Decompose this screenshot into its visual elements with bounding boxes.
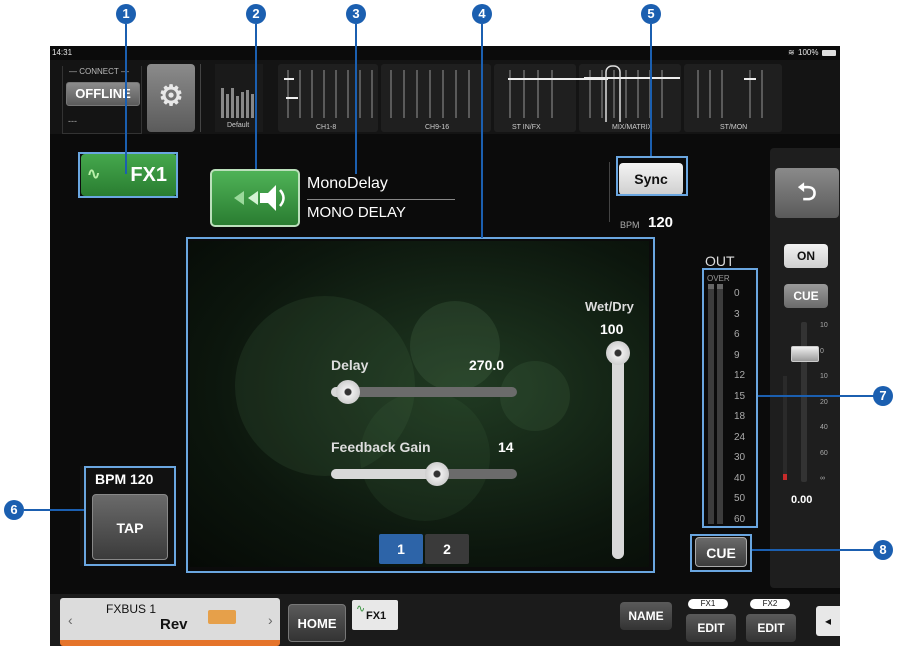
connect-label: — CONNECT — — [66, 67, 133, 76]
bpm-value: 120 — [648, 214, 674, 231]
fx1-tab-label: FX1 — [366, 610, 387, 622]
nav-tab-label-2: CH9-16 — [425, 124, 450, 131]
channel-fader-knob[interactable] — [791, 346, 819, 362]
effect-type-label: MONO DELAY — [307, 204, 406, 221]
back-icon: ⮌ — [797, 179, 817, 206]
prev-bus-icon[interactable]: ‹ — [68, 612, 73, 628]
effect-name-underline — [307, 199, 455, 200]
highlight-fx-slot — [78, 152, 178, 198]
callout-8: 8 — [873, 540, 893, 560]
channel-fader-scale: 10 0 10 20 40 60 ∞ — [820, 322, 840, 482]
callout-line-5 — [650, 24, 652, 156]
name-button[interactable]: NAME — [620, 602, 672, 630]
gear-icon: ⚙ — [158, 80, 184, 111]
scale-tick: ∞ — [820, 475, 825, 482]
scale-tick: 10 — [820, 373, 828, 380]
battery-text: 100% — [798, 48, 819, 57]
scale-tick: 60 — [820, 450, 828, 457]
channel-on-button[interactable]: ON — [784, 244, 828, 268]
callout-line-3 — [355, 24, 357, 174]
sync-divider — [609, 162, 610, 222]
wave-icon: ∿ — [356, 603, 366, 615]
callout-line-6 — [24, 509, 84, 511]
callout-3: 3 — [346, 4, 366, 24]
callout-line-8 — [752, 549, 874, 551]
callout-line-7 — [758, 395, 874, 397]
connect-label-text: CONNECT — [79, 67, 119, 76]
fx1-edit-button[interactable]: EDIT — [686, 614, 736, 642]
callout-1: 1 — [116, 4, 136, 24]
callout-4: 4 — [472, 4, 492, 24]
callout-line-1 — [125, 24, 127, 174]
highlight-sync — [616, 156, 688, 196]
offline-button[interactable]: OFFLINE — [66, 82, 140, 106]
connect-value: --- — [68, 116, 77, 126]
battery-icon — [822, 50, 836, 56]
effect-type-button[interactable] — [210, 169, 300, 227]
nav-fader-lines — [284, 65, 763, 122]
highlight-out-meter — [702, 268, 758, 528]
next-bus-icon[interactable]: › — [268, 612, 273, 628]
speaker-icon — [234, 185, 285, 211]
fx2-edit-button[interactable]: EDIT — [746, 614, 796, 642]
effect-name[interactable]: MonoDelay — [307, 175, 388, 193]
bus-name: FXBUS 1 — [106, 602, 157, 616]
scale-tick: 40 — [820, 424, 828, 431]
callout-2: 2 — [246, 4, 266, 24]
nav-tab-label-4: MIX/MATRIX — [612, 124, 653, 131]
bus-type-icon — [208, 610, 236, 624]
channel-fader-value: 0.00 — [791, 494, 813, 506]
nav-tab-label-3: ST IN/FX — [512, 124, 541, 131]
highlight-out-cue — [690, 534, 752, 572]
scale-tick: 10 — [820, 322, 828, 329]
fx1-indicator: FX1 — [688, 599, 728, 609]
highlight-parameter-panel — [186, 237, 655, 573]
callout-line-4 — [481, 24, 483, 238]
scale-tick: 20 — [820, 399, 828, 406]
channel-meter — [783, 376, 787, 480]
channel-cue-button[interactable]: CUE — [784, 284, 828, 308]
channel-meter-peak — [783, 474, 787, 480]
out-label: OUT — [705, 253, 735, 269]
scene-label: Default — [227, 122, 250, 129]
settings-button[interactable]: ⚙ — [147, 64, 195, 132]
fx2-indicator: FX2 — [750, 599, 790, 609]
wifi-icon: ≋ — [788, 48, 795, 57]
highlight-tap — [84, 466, 176, 566]
divider — [200, 64, 201, 132]
callout-5: 5 — [641, 4, 661, 24]
callout-7: 7 — [873, 386, 893, 406]
collapse-icon[interactable]: ◂ — [816, 606, 840, 636]
nav-tab-label-1: CH1-8 — [316, 124, 337, 131]
callout-6: 6 — [4, 500, 24, 520]
bpm-label: BPM — [620, 220, 640, 230]
back-button[interactable]: ⮌ — [775, 168, 839, 218]
bus-selector[interactable]: ‹ FXBUS 1 Rev › — [60, 598, 280, 646]
home-button[interactable]: HOME — [288, 604, 346, 642]
status-time: 14:31 — [52, 48, 73, 57]
bus-sub: Rev — [160, 616, 188, 633]
callout-line-2 — [255, 24, 257, 169]
fx1-tab[interactable]: ∿ FX1 — [352, 600, 398, 630]
nav-tab-label-5: ST/MON — [720, 124, 748, 131]
scale-tick: 0 — [820, 348, 824, 355]
